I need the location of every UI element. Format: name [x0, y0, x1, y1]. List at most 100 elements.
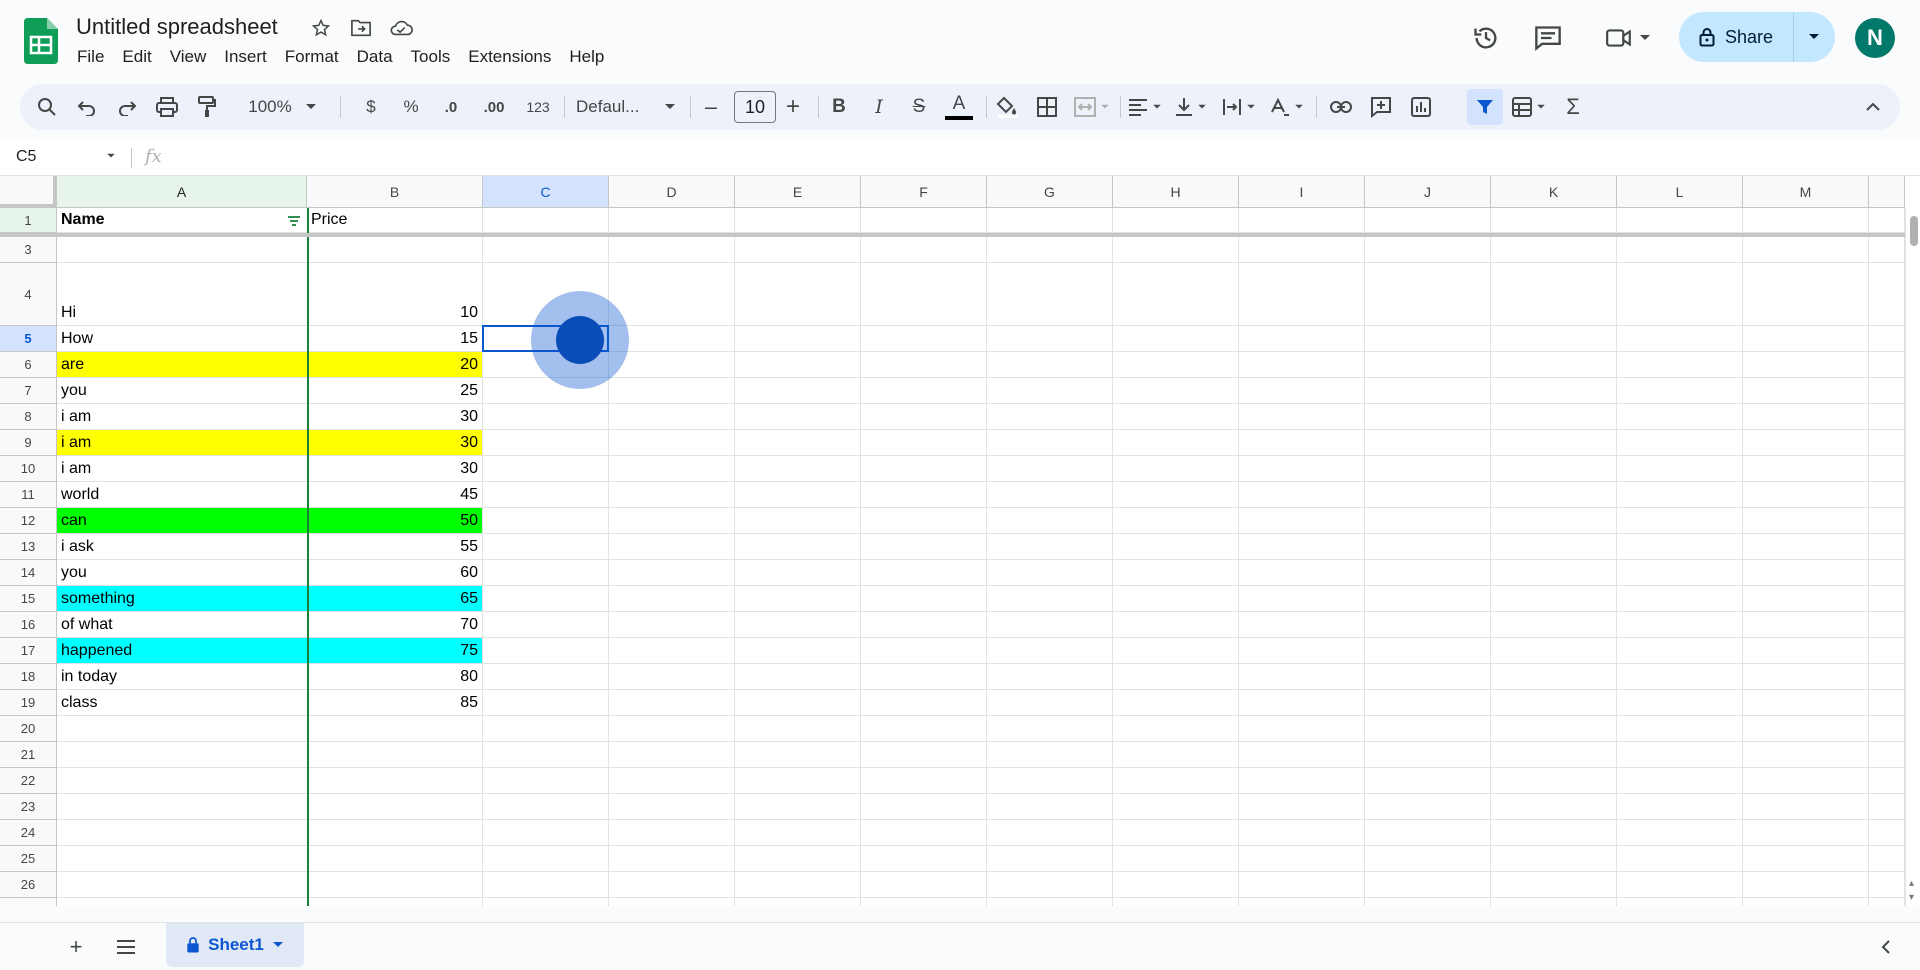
cell[interactable] [609, 508, 735, 534]
cell[interactable] [609, 352, 735, 378]
cell[interactable] [1365, 664, 1491, 690]
text-color-button[interactable]: A [942, 84, 976, 130]
cell[interactable] [987, 508, 1113, 534]
cell[interactable] [1239, 508, 1365, 534]
cell[interactable] [1869, 612, 1905, 638]
cell[interactable] [1491, 846, 1617, 872]
cell[interactable] [1239, 456, 1365, 482]
cell[interactable] [1365, 560, 1491, 586]
cell[interactable] [57, 794, 307, 820]
cell[interactable] [861, 716, 987, 742]
cell[interactable] [735, 456, 861, 482]
cell[interactable] [307, 768, 483, 794]
cell-name[interactable]: something [57, 586, 307, 612]
cell[interactable] [1113, 560, 1239, 586]
cell[interactable] [483, 560, 609, 586]
row-header-23[interactable]: 23 [0, 794, 57, 820]
cell[interactable] [483, 237, 609, 263]
cell[interactable] [483, 508, 609, 534]
cell[interactable] [735, 378, 861, 404]
cell[interactable] [1617, 560, 1743, 586]
vertical-align-icon[interactable] [1168, 84, 1214, 130]
cell[interactable] [1239, 846, 1365, 872]
cell[interactable] [735, 586, 861, 612]
column-header-a[interactable]: A [57, 176, 307, 208]
cell[interactable] [1869, 326, 1905, 352]
cell[interactable] [1365, 846, 1491, 872]
cell[interactable] [1869, 690, 1905, 716]
menu-extensions[interactable]: Extensions [459, 46, 560, 68]
version-history-icon[interactable] [1466, 18, 1506, 58]
menu-help[interactable]: Help [560, 46, 613, 68]
cell[interactable] [609, 690, 735, 716]
spreadsheet-grid[interactable]: A B C D E F G H I J K L M 1 Name Price 3 4 Hi 10 5 How 15 6 are 2… [0, 176, 1920, 906]
cell[interactable] [483, 638, 609, 664]
cell[interactable] [1113, 430, 1239, 456]
cell[interactable] [609, 612, 735, 638]
cell[interactable] [1365, 742, 1491, 768]
cell[interactable] [1617, 690, 1743, 716]
cell[interactable] [1365, 508, 1491, 534]
cell[interactable] [1113, 664, 1239, 690]
name-box[interactable]: C5 [16, 148, 36, 166]
cell[interactable] [987, 534, 1113, 560]
cell[interactable] [1113, 482, 1239, 508]
cell[interactable] [861, 508, 987, 534]
row-header-14[interactable]: 14 [0, 560, 57, 586]
column-header-b[interactable]: B [307, 176, 483, 208]
cell[interactable] [735, 560, 861, 586]
merge-cells-icon[interactable] [1070, 84, 1114, 130]
cell[interactable] [1869, 482, 1905, 508]
cell-b1-header[interactable]: Price [307, 208, 483, 233]
cell[interactable] [1743, 742, 1869, 768]
cell[interactable] [1869, 586, 1905, 612]
cell[interactable] [307, 794, 483, 820]
cell-price[interactable]: 30 [307, 430, 483, 456]
add-sheet-button[interactable]: + [58, 929, 94, 965]
percent-format-button[interactable]: % [396, 84, 426, 130]
cell[interactable] [609, 482, 735, 508]
horizontal-align-icon[interactable] [1122, 84, 1168, 130]
cell[interactable] [1239, 612, 1365, 638]
fill-color-icon[interactable] [990, 84, 1024, 130]
cell[interactable] [861, 456, 987, 482]
cell[interactable] [1239, 820, 1365, 846]
cell[interactable] [57, 742, 307, 768]
collapse-toolbar-icon[interactable] [1858, 84, 1888, 130]
cell[interactable] [1491, 690, 1617, 716]
cell[interactable] [307, 898, 483, 906]
cell[interactable] [861, 482, 987, 508]
row-header-25[interactable]: 25 [0, 846, 57, 872]
cell[interactable] [1743, 638, 1869, 664]
column-header-f[interactable]: F [861, 176, 987, 208]
text-wrapping-icon[interactable] [1216, 84, 1262, 130]
cell-a1-header[interactable]: Name [57, 208, 307, 233]
cell[interactable] [1743, 690, 1869, 716]
cell[interactable] [1491, 378, 1617, 404]
increase-decimal-button[interactable]: .00 [474, 84, 514, 130]
cell[interactable] [57, 716, 307, 742]
cell[interactable] [1239, 482, 1365, 508]
cell-name[interactable]: i am [57, 404, 307, 430]
cell[interactable] [1491, 716, 1617, 742]
cell[interactable] [1113, 263, 1239, 326]
frozen-row-divider[interactable] [0, 233, 1905, 237]
cell[interactable] [1239, 534, 1365, 560]
cloud-status-icon[interactable] [388, 15, 414, 41]
cell[interactable] [735, 612, 861, 638]
cell-price[interactable]: 75 [307, 638, 483, 664]
cell-price[interactable]: 85 [307, 690, 483, 716]
cell[interactable] [1617, 716, 1743, 742]
row-header-12[interactable]: 12 [0, 508, 57, 534]
cell[interactable] [735, 872, 861, 898]
cell[interactable] [1743, 846, 1869, 872]
currency-format-button[interactable]: $ [356, 84, 386, 130]
column-header-m[interactable]: M [1743, 176, 1869, 208]
insert-chart-icon[interactable] [1406, 84, 1436, 130]
cell[interactable] [1869, 794, 1905, 820]
cell-price[interactable]: 10 [307, 263, 483, 326]
cell[interactable] [987, 768, 1113, 794]
cell-price[interactable]: 60 [307, 560, 483, 586]
menu-format[interactable]: Format [276, 46, 348, 68]
cell[interactable] [735, 208, 861, 233]
